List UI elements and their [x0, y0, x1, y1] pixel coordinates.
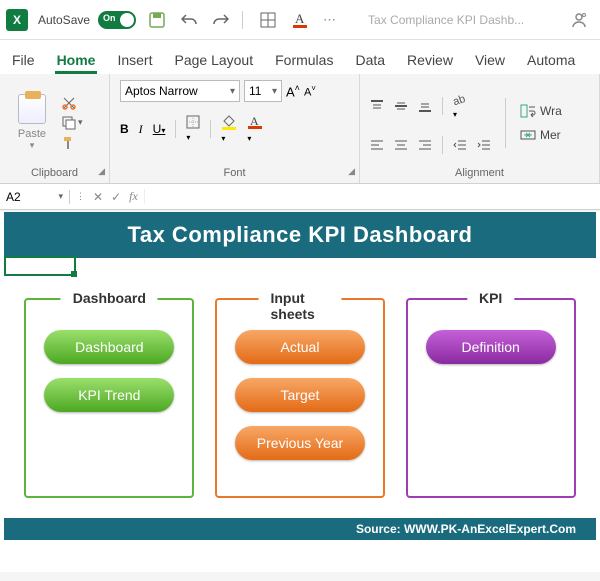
name-box[interactable]: A2▾: [0, 190, 70, 204]
save-icon[interactable]: [146, 9, 168, 31]
brush-icon: [62, 136, 76, 150]
tab-review[interactable]: Review: [405, 46, 455, 74]
card-title: Input sheets: [258, 290, 341, 322]
chevron-down-icon: ▾: [30, 140, 35, 151]
card-input-sheets: Input sheets Actual Target Previous Year: [215, 298, 385, 498]
autosave-label: AutoSave: [38, 13, 90, 27]
font-size-combo[interactable]: 11▾: [244, 80, 282, 102]
align-left-button[interactable]: [370, 138, 384, 152]
wrap-text-button[interactable]: Wra: [520, 104, 562, 118]
autosave-toggle[interactable]: On: [98, 11, 136, 29]
ribbon: Paste ▾ ▾ Clipboard ◢ Aptos Nar: [0, 74, 600, 184]
share-icon[interactable]: [570, 11, 588, 29]
font-color-button[interactable]: A▾: [247, 114, 263, 144]
orientation-button[interactable]: ab▾: [453, 92, 469, 120]
italic-button[interactable]: I: [139, 122, 143, 137]
wrap-icon: [520, 104, 536, 118]
font-name-combo[interactable]: Aptos Narrow▾: [120, 80, 240, 102]
increase-indent-button[interactable]: [477, 138, 491, 152]
svg-text:A: A: [250, 114, 259, 128]
group-font: Aptos Narrow▾ 11▾ A˄ A˅ B I U▾ ▾ ▾ A▾ Fo…: [110, 74, 360, 183]
ribbon-tabs: File Home Insert Page Layout Formulas Da…: [0, 40, 600, 74]
clipboard-icon: [18, 94, 46, 124]
tab-home[interactable]: Home: [55, 46, 98, 74]
svg-text:A: A: [295, 11, 305, 26]
tab-automate[interactable]: Automa: [525, 46, 577, 74]
btn-dashboard[interactable]: Dashboard: [44, 330, 174, 364]
card-kpi: KPI Definition: [406, 298, 576, 498]
align-center-button[interactable]: [394, 138, 408, 152]
tab-insert[interactable]: Insert: [115, 46, 154, 74]
tab-data[interactable]: Data: [353, 46, 387, 74]
btn-kpi-trend[interactable]: KPI Trend: [44, 378, 174, 412]
decrease-font-button[interactable]: A˅: [304, 84, 316, 99]
scissors-icon: [62, 96, 76, 110]
dialog-launcher-icon[interactable]: ◢: [348, 166, 355, 177]
dialog-launcher-icon[interactable]: ◢: [98, 166, 105, 177]
font-color-icon[interactable]: A: [289, 9, 311, 31]
redo-icon[interactable]: [210, 9, 232, 31]
btn-target[interactable]: Target: [235, 378, 365, 412]
paste-button[interactable]: Paste ▾: [10, 94, 54, 151]
svg-text:ab: ab: [453, 92, 467, 105]
font-color-icon: A: [247, 114, 263, 130]
card-dashboard: Dashboard Dashboard KPI Trend: [24, 298, 194, 498]
chevron-down-icon: ▾: [78, 117, 83, 128]
btn-previous-year[interactable]: Previous Year: [235, 426, 365, 460]
undo-icon[interactable]: [178, 9, 200, 31]
chevron-down-icon: ▾: [272, 86, 277, 97]
qat-overflow-icon[interactable]: ⋯: [323, 12, 336, 28]
align-middle-button[interactable]: [394, 99, 408, 113]
merge-button[interactable]: Mer: [520, 128, 562, 142]
copy-icon: [62, 116, 76, 130]
source-attribution: Source: WWW.PK-AnExcelExpert.Com: [4, 518, 596, 540]
borders-icon[interactable]: [257, 9, 279, 31]
align-right-button[interactable]: [418, 138, 432, 152]
dashboard-banner: Tax Compliance KPI Dashboard: [4, 212, 596, 258]
group-alignment: ab▾ Wra Mer Alignment: [360, 74, 600, 183]
underline-button[interactable]: U▾: [153, 122, 166, 136]
fx-icon[interactable]: fx: [129, 189, 138, 204]
enter-icon[interactable]: ✓: [111, 190, 121, 204]
titlebar: X AutoSave On A ⋯ Tax Compliance KPI Das…: [0, 0, 600, 40]
align-bottom-button[interactable]: [418, 99, 432, 113]
cut-button[interactable]: [62, 96, 83, 110]
chevron-down-icon: ▾: [230, 86, 235, 97]
btn-actual[interactable]: Actual: [235, 330, 365, 364]
card-title: Dashboard: [61, 290, 158, 306]
tab-view[interactable]: View: [473, 46, 507, 74]
align-top-button[interactable]: [370, 99, 384, 113]
document-title: Tax Compliance KPI Dashb...: [368, 13, 564, 27]
formula-bar: A2▾ ⋮ ✕ ✓ fx: [0, 184, 600, 210]
bucket-icon: [221, 114, 237, 130]
bold-button[interactable]: B: [120, 122, 129, 136]
excel-icon: X: [6, 9, 28, 31]
cancel-icon[interactable]: ✕: [93, 190, 103, 204]
selected-cell[interactable]: [4, 256, 76, 276]
fill-color-button[interactable]: ▾: [221, 114, 237, 144]
qat-separator: [242, 11, 243, 29]
group-clipboard: Paste ▾ ▾ Clipboard ◢: [0, 74, 110, 183]
borders-button[interactable]: ▾: [186, 115, 200, 143]
format-painter-button[interactable]: [62, 136, 83, 150]
card-title: KPI: [467, 290, 514, 306]
tab-formulas[interactable]: Formulas: [273, 46, 335, 74]
worksheet[interactable]: Tax Compliance KPI Dashboard Dashboard D…: [0, 212, 600, 572]
copy-button[interactable]: ▾: [62, 116, 83, 130]
btn-definition[interactable]: Definition: [426, 330, 556, 364]
tab-file[interactable]: File: [10, 46, 37, 74]
border-icon: [186, 115, 200, 129]
decrease-indent-button[interactable]: [453, 138, 467, 152]
tab-page-layout[interactable]: Page Layout: [172, 46, 255, 74]
increase-font-button[interactable]: A˄: [286, 83, 300, 99]
merge-icon: [520, 128, 536, 142]
chevron-down-icon: ▾: [58, 191, 63, 202]
